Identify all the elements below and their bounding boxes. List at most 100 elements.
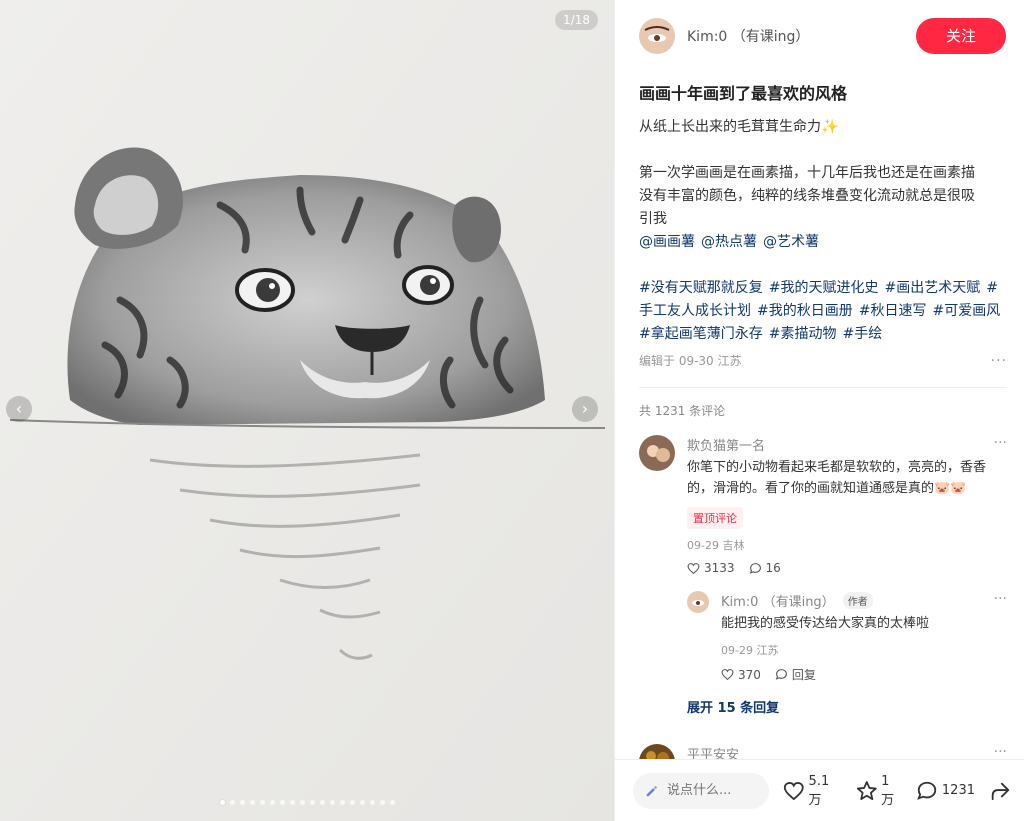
post-detail-panel: Kim:0 （有课ing） 关注 画画十年画到了最喜欢的风格 从纸上长出来的毛茸…	[614, 0, 1024, 821]
hashtag-link[interactable]: #画出艺术天赋	[884, 280, 980, 296]
reply-author: Kim:0 （有课ing） 作者	[721, 591, 1007, 610]
carousel-dot[interactable]	[379, 800, 385, 805]
comment-input[interactable]	[667, 783, 757, 798]
comment-icon	[749, 562, 761, 574]
reply-text: 能把我的感受传达给大家真的太棒啦	[721, 616, 930, 631]
desc-line: 引我	[639, 211, 667, 227]
hashtag-link[interactable]: #素描动物	[769, 326, 837, 342]
comment-reply-button[interactable]: 16	[749, 561, 781, 575]
carousel-dot[interactable]	[369, 800, 375, 805]
pinned-badge: 置顶评论	[687, 507, 743, 529]
hashtag-link[interactable]: #没有天赋那就反复	[639, 280, 763, 296]
heart-icon	[687, 562, 700, 574]
carousel-dot[interactable]	[359, 800, 365, 805]
follow-button[interactable]: 关注	[916, 18, 1006, 54]
star-icon	[856, 780, 877, 800]
author-name[interactable]: Kim:0 （有课ing）	[687, 26, 916, 46]
more-options-icon[interactable]: ···	[994, 435, 1007, 451]
reply-actions: 370 回复	[721, 666, 1007, 683]
like-count: 5.1万	[808, 773, 830, 808]
reply-item: Kim:0 （有课ing） 作者 能把我的感受传达给大家真的太棒啦 09-29 …	[687, 591, 1007, 683]
divider	[639, 387, 1007, 388]
carousel-dot[interactable]	[229, 800, 235, 805]
commenter-avatar[interactable]	[639, 744, 675, 760]
comment-item: 欺负猫第一名 你笔下的小动物看起来毛都是软软的，亮亮的，香香的，滑滑的。看了你的…	[639, 435, 1007, 716]
desc-line: 从纸上长出来的毛茸茸生命力✨	[639, 119, 839, 135]
carousel-dot[interactable]	[349, 800, 355, 805]
collect-post-button[interactable]: 1万	[856, 774, 902, 808]
carousel-dot[interactable]	[239, 800, 245, 805]
carousel-dot[interactable]	[259, 800, 265, 805]
mention-link[interactable]: @热点薯	[701, 234, 757, 250]
post-image-carousel[interactable]: 1/18 ‹ ›	[0, 0, 614, 821]
hashtag-link[interactable]: #手绘	[842, 326, 882, 342]
prev-image-button[interactable]: ‹	[6, 396, 32, 422]
reply-reply-button[interactable]: 回复	[775, 666, 816, 683]
bottom-action-bar: 5.1万 1万 1231	[615, 759, 1024, 821]
author-badge: 作者	[842, 592, 873, 609]
image-counter: 1/18	[555, 10, 598, 30]
commenter-name[interactable]: 欺负猫第一名	[687, 435, 1007, 454]
share-post-button[interactable]	[989, 780, 1011, 802]
comment-text: 你笔下的小动物看起来毛都是软软的，亮亮的，香香的，滑滑的。看了你的画就知道通感是…	[687, 460, 987, 496]
edited-date: 编辑于 09-30 江苏	[639, 354, 742, 368]
carousel-dot[interactable]	[329, 800, 335, 805]
hashtag-link[interactable]: #可爱画风	[932, 303, 1000, 319]
heart-icon	[783, 781, 804, 800]
share-icon	[991, 782, 1010, 800]
carousel-dot[interactable]	[339, 800, 345, 805]
more-options-icon[interactable]: ···	[994, 744, 1007, 760]
reply-like-button[interactable]: 370	[721, 668, 761, 682]
carousel-dot[interactable]	[269, 800, 275, 805]
hashtag-link[interactable]: #拿起画笔薄门永存	[639, 326, 763, 342]
comment-post-button[interactable]: 1231	[916, 780, 975, 802]
post-meta-row: 编辑于 09-30 江苏 ···	[639, 352, 1007, 369]
reply-author-name[interactable]: Kim:0 （有课ing）	[721, 591, 835, 610]
carousel-dot[interactable]	[279, 800, 285, 805]
hashtag-link[interactable]: #我的天赋进化史	[769, 280, 879, 296]
post-content-scroll[interactable]: 画画十年画到了最喜欢的风格 从纸上长出来的毛茸茸生命力✨ 第一次学画画是在画素描…	[615, 72, 1024, 760]
post-title: 画画十年画到了最喜欢的风格	[639, 84, 848, 103]
comment-total: 共 1231 条评论	[639, 404, 726, 418]
expand-replies-button[interactable]: 展开 15 条回复	[687, 697, 1007, 716]
like-post-button[interactable]: 5.1万	[783, 774, 842, 808]
next-image-button[interactable]: ›	[572, 396, 598, 422]
reply-avatar[interactable]	[687, 591, 709, 613]
collect-count: 1万	[881, 773, 895, 808]
mentions: @画画薯 @热点薯 @艺术薯	[639, 231, 1007, 254]
carousel-dot[interactable]	[289, 800, 295, 805]
post-description: 从纸上长出来的毛茸茸生命力✨ 第一次学画画是在画素描，十几年后我也还是在画素描 …	[639, 116, 1007, 346]
author-avatar[interactable]	[639, 18, 675, 54]
reply-meta: 09-29 江苏	[721, 644, 779, 657]
tiger-sketch-image	[0, 0, 614, 821]
hashtag-link[interactable]: #我的秋日画册	[757, 303, 853, 319]
carousel-dot[interactable]	[389, 800, 395, 805]
commenter-avatar[interactable]	[639, 435, 675, 471]
heart-icon	[721, 669, 734, 681]
comment-input-pill[interactable]	[633, 772, 769, 809]
more-options-icon[interactable]: ···	[991, 353, 1007, 369]
reply-label: 回复	[791, 668, 816, 682]
carousel-dot[interactable]	[249, 800, 255, 805]
like-count: 3133	[704, 561, 735, 575]
hashtags: #没有天赋那就反复 #我的天赋进化史 #画出艺术天赋 #手工友人成长计划 #我的秋日画册…	[639, 277, 1007, 346]
desc-line: 没有丰富的颜色，纯粹的线条堆叠变化流动就总是很吸	[639, 188, 975, 204]
more-options-icon[interactable]: ···	[994, 591, 1007, 607]
comment-like-button[interactable]: 3133	[687, 561, 735, 575]
like-count: 370	[738, 667, 761, 682]
chevron-right-icon: ›	[581, 399, 589, 418]
carousel-dot[interactable]	[219, 800, 225, 805]
mention-link[interactable]: @艺术薯	[763, 234, 819, 250]
hashtag-link[interactable]: #秋日速写	[859, 303, 927, 319]
carousel-dots	[0, 800, 614, 805]
author-header: Kim:0 （有课ing） 关注	[615, 0, 1024, 72]
desc-line: 第一次学画画是在画素描，十几年后我也还是在画素描	[639, 165, 975, 181]
carousel-dot[interactable]	[319, 800, 325, 805]
comment-icon	[775, 669, 787, 680]
carousel-dot[interactable]	[299, 800, 305, 805]
comment-actions: 3133 16	[687, 561, 1007, 575]
carousel-dot[interactable]	[309, 800, 315, 805]
commenter-name[interactable]: 平平安安	[687, 744, 1007, 760]
mention-link[interactable]: @画画薯	[639, 234, 695, 250]
reply-count: 16	[765, 561, 781, 575]
